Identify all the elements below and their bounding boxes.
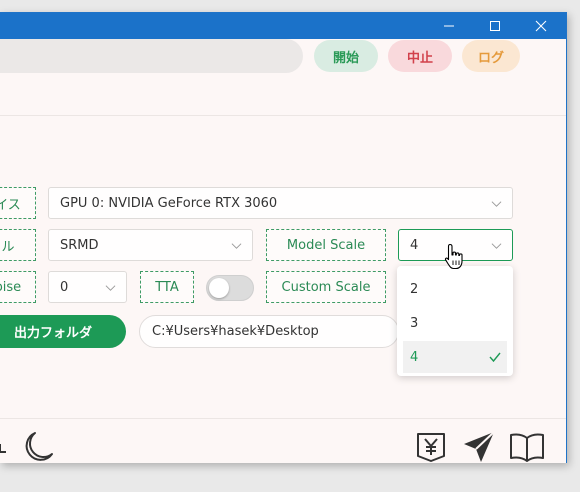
footer-divider	[0, 418, 566, 419]
model-select[interactable]: SRMD	[48, 229, 253, 261]
model-scale-select-value: 4	[410, 237, 419, 253]
check-icon	[489, 352, 501, 363]
output-folder-value: C:¥Users¥hasek¥Desktop	[152, 324, 319, 339]
hand-cursor-icon	[444, 243, 463, 270]
start-button[interactable]: 開始	[314, 40, 378, 72]
stop-button[interactable]: 中止	[388, 40, 452, 72]
log-button[interactable]: ログ	[462, 40, 520, 72]
model-scale-label: Model Scale	[266, 229, 386, 261]
dropdown-option[interactable]: 2	[403, 273, 507, 305]
tta-label-text: TTA	[155, 279, 179, 295]
dropdown-option-selected[interactable]: 4	[403, 341, 507, 373]
maximize-button[interactable]	[472, 13, 518, 39]
denoise-select[interactable]: 0	[48, 271, 127, 303]
title-bar	[0, 13, 566, 39]
chevron-down-icon	[491, 201, 502, 207]
model-scale-label-text: Model Scale	[286, 237, 366, 253]
dropdown-option-label: 2	[410, 281, 419, 297]
output-folder-button-label: 出力フォルダ	[13, 326, 92, 341]
chevron-down-icon	[105, 285, 116, 291]
custom-scale-label-text: Custom Scale	[281, 279, 371, 295]
close-button[interactable]	[518, 13, 564, 39]
denoise-label: oise	[0, 271, 36, 303]
dropdown-option-label: 4	[410, 349, 419, 365]
send-icon[interactable]	[462, 430, 496, 464]
donate-icon[interactable]	[415, 430, 447, 464]
close-icon	[535, 20, 547, 32]
toolbar-divider	[0, 115, 566, 116]
output-folder-button[interactable]: 出力フォルダ	[0, 315, 126, 348]
tta-label: TTA	[140, 271, 194, 303]
model-select-value: SRMD	[60, 237, 99, 253]
tta-toggle[interactable]	[206, 275, 254, 301]
device-label: イス	[0, 187, 36, 219]
book-icon[interactable]	[509, 430, 545, 464]
scale-dropdown-menu: 2 3 4	[397, 266, 513, 376]
model-label: ル	[0, 229, 36, 261]
dropdown-option-label: 3	[410, 315, 419, 331]
device-select-value: GPU 0: NVIDIA GeForce RTX 3060	[60, 195, 278, 211]
maximize-icon	[490, 21, 500, 31]
chevron-down-icon	[231, 243, 242, 249]
output-folder-input[interactable]: C:¥Users¥hasek¥Desktop	[139, 315, 399, 348]
model-label-text: ル	[1, 239, 15, 255]
partial-icon[interactable]	[0, 432, 8, 462]
denoise-select-value: 0	[60, 279, 69, 295]
toggle-knob	[209, 278, 229, 298]
chevron-down-icon	[491, 243, 502, 249]
moon-icon[interactable]	[21, 430, 55, 464]
minimize-icon	[444, 25, 454, 27]
minimize-button[interactable]	[426, 13, 472, 39]
search-bar[interactable]	[0, 39, 303, 73]
custom-scale-label: Custom Scale	[266, 271, 386, 303]
device-label-text: イス	[0, 197, 21, 213]
device-select[interactable]: GPU 0: NVIDIA GeForce RTX 3060	[48, 187, 513, 219]
dropdown-option[interactable]: 3	[403, 307, 507, 339]
denoise-label-text: oise	[0, 279, 22, 295]
